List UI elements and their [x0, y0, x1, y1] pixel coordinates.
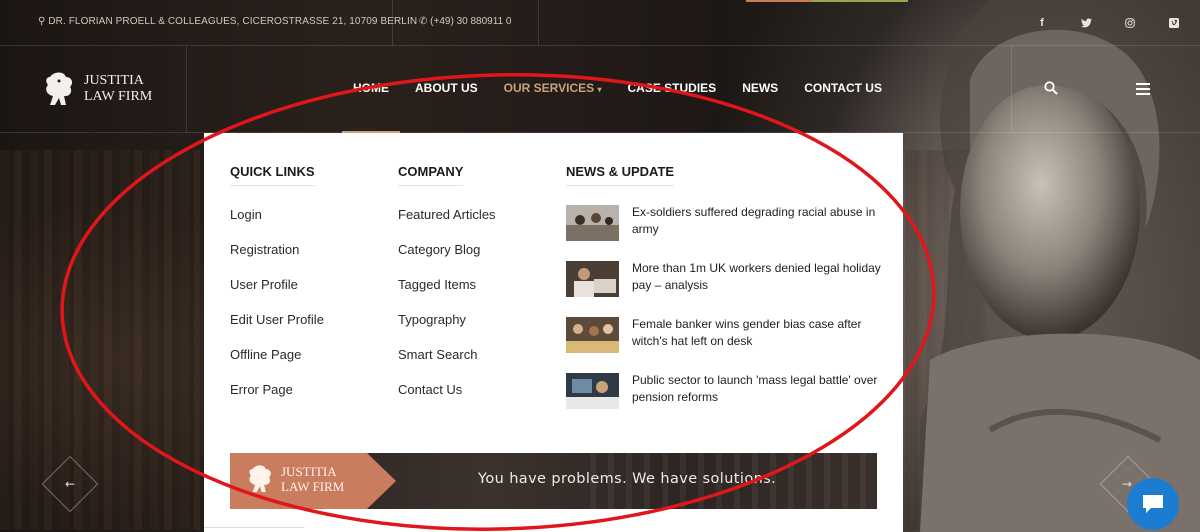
- quick-links-column: QUICK LINKS Login Registration User Prof…: [230, 161, 324, 418]
- social-links: f: [1020, 14, 1196, 32]
- nav-case-studies[interactable]: CASE STUDIES: [628, 81, 717, 95]
- services-mega-menu: QUICK LINKS Login Registration User Prof…: [204, 133, 903, 532]
- nav-about-us[interactable]: ABOUT US: [415, 81, 478, 95]
- news-heading: NEWS & UPDATE: [566, 164, 675, 186]
- link-registration[interactable]: Registration: [230, 243, 324, 278]
- link-error-page[interactable]: Error Page: [230, 383, 324, 418]
- twitter-icon[interactable]: [1064, 14, 1108, 32]
- top-divider: [392, 0, 393, 46]
- vimeo-icon[interactable]: [1152, 14, 1196, 32]
- link-tagged-items[interactable]: Tagged Items: [398, 278, 496, 313]
- quick-links-heading: QUICK LINKS: [230, 164, 315, 186]
- facebook-icon[interactable]: f: [1020, 14, 1064, 32]
- promo-logo-line1: JUSTITIA: [281, 464, 337, 479]
- news-item[interactable]: More than 1m UK workers denied legal hol…: [566, 260, 882, 316]
- news-thumbnail: [566, 205, 619, 241]
- phone-icon: ✆: [419, 16, 428, 27]
- link-login[interactable]: Login: [230, 208, 324, 243]
- link-edit-user-profile[interactable]: Edit User Profile: [230, 313, 324, 348]
- link-featured-articles[interactable]: Featured Articles: [398, 208, 496, 243]
- logo-line2: LAW FIRM: [84, 89, 153, 104]
- main-menu: HOME ABOUT US OUR SERVICES ▾ CASE STUDIE…: [340, 81, 895, 95]
- news-thumbnail: [566, 317, 619, 353]
- link-offline-page[interactable]: Offline Page: [230, 348, 324, 383]
- search-icon[interactable]: [1044, 80, 1058, 99]
- main-navbar: JUSTITIA LAW FIRM HOME ABOUT US OUR SERV…: [0, 46, 1200, 133]
- site-logo[interactable]: JUSTITIA LAW FIRM: [42, 71, 152, 107]
- news-item[interactable]: Public sector to launch 'mass legal batt…: [566, 372, 882, 428]
- news-title: More than 1m UK workers denied legal hol…: [632, 261, 881, 292]
- news-title: Public sector to launch 'mass legal batt…: [632, 373, 878, 404]
- news-title: Ex-soldiers suffered degrading racial ab…: [632, 205, 876, 236]
- contact-address: ⚲ DR. FLORIAN PROELL & COLLEAGUES, CICER…: [38, 16, 418, 27]
- bookshelf-left: [0, 150, 200, 530]
- chat-button[interactable]: [1127, 478, 1179, 530]
- top-accent-green: [812, 0, 908, 2]
- top-divider: [538, 0, 539, 46]
- nav-contact-us[interactable]: CONTACT US: [804, 81, 882, 95]
- nav-divider: [1011, 46, 1012, 133]
- link-user-profile[interactable]: User Profile: [230, 278, 324, 313]
- instagram-icon[interactable]: [1108, 14, 1152, 32]
- news-list: Ex-soldiers suffered degrading racial ab…: [566, 204, 882, 428]
- lion-logo-icon: [46, 72, 73, 105]
- logo-line1: JUSTITIA: [84, 73, 144, 88]
- news-thumbnail: [566, 373, 619, 409]
- company-list: Featured Articles Category Blog Tagged I…: [398, 208, 496, 418]
- nav-our-services[interactable]: OUR SERVICES ▾: [504, 81, 602, 95]
- contact-phone[interactable]: ✆ (+49) 30 880911 0: [419, 16, 511, 27]
- arrow-left-icon: ←: [65, 477, 76, 491]
- news-item[interactable]: Ex-soldiers suffered degrading racial ab…: [566, 204, 882, 260]
- promo-banner[interactable]: JUSTITIA LAW FIRM You have problems. We …: [230, 453, 877, 509]
- nav-home[interactable]: HOME: [353, 81, 389, 95]
- promo-logo: JUSTITIA LAW FIRM: [246, 464, 344, 494]
- link-contact-us[interactable]: Contact Us: [398, 383, 496, 418]
- promo-tagline: You have problems. We have solutions.: [478, 471, 777, 487]
- quick-links-list: Login Registration User Profile Edit Use…: [230, 208, 324, 418]
- news-column: NEWS & UPDATE Ex-soldiers suffered degra…: [566, 161, 882, 428]
- link-category-blog[interactable]: Category Blog: [398, 243, 496, 278]
- content-edge: [204, 527, 304, 532]
- news-title: Female banker wins gender bias case afte…: [632, 317, 862, 348]
- lion-logo-icon: [249, 465, 271, 493]
- news-thumbnail: [566, 261, 619, 297]
- caret-down-icon: ▾: [597, 85, 602, 94]
- company-column: COMPANY Featured Articles Category Blog …: [398, 161, 496, 418]
- link-typography[interactable]: Typography: [398, 313, 496, 348]
- top-accent-orange: [746, 0, 812, 2]
- promo-logo-line2: LAW FIRM: [281, 479, 345, 494]
- nav-news[interactable]: NEWS: [742, 81, 778, 95]
- chat-bubble-icon: [1143, 495, 1163, 513]
- company-heading: COMPANY: [398, 164, 464, 186]
- nav-divider: [186, 46, 187, 133]
- top-bar: ⚲ DR. FLORIAN PROELL & COLLEAGUES, CICER…: [0, 0, 1200, 46]
- news-item[interactable]: Female banker wins gender bias case afte…: [566, 316, 882, 372]
- location-pin-icon: ⚲: [38, 16, 46, 27]
- link-smart-search[interactable]: Smart Search: [398, 348, 496, 383]
- hamburger-menu-icon[interactable]: [1136, 83, 1150, 98]
